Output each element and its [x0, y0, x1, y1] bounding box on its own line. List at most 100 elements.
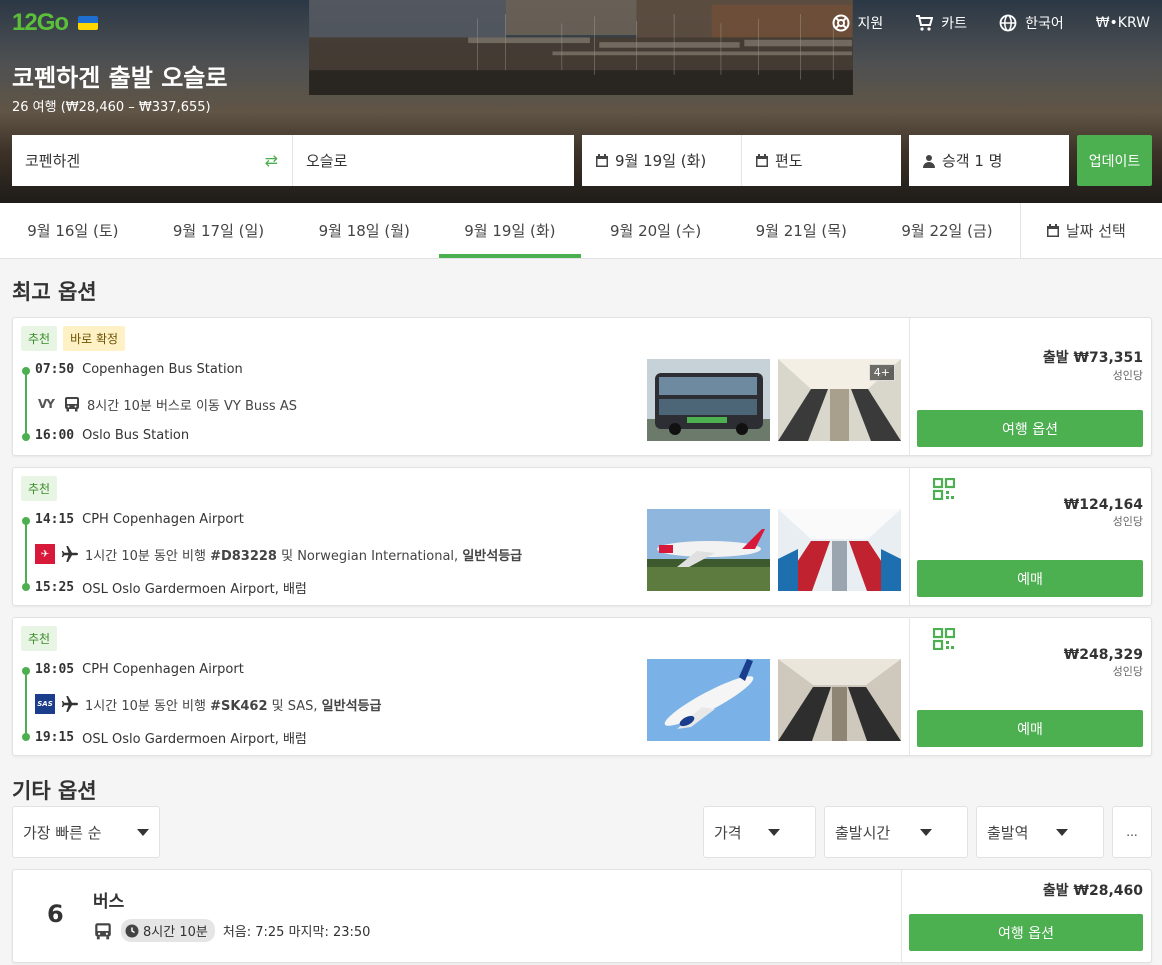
pick-date-button[interactable]: 날짜 선택 [1019, 203, 1151, 258]
cart-label: 카트 [941, 16, 968, 32]
arrival-station: OSL Oslo Gardermoen Airport, 배럼 [82, 732, 307, 747]
departure-time: 18:05 [35, 662, 75, 677]
chevron-down-icon [768, 828, 780, 836]
book-button[interactable]: 예매 [917, 710, 1143, 747]
arrival-station: Oslo Bus Station [82, 428, 190, 443]
trip-summary: 26 여행 (₩28,460 – ₩337,655) [12, 100, 211, 115]
departure-station-filter-label: 출발역 [987, 823, 1029, 842]
more-filters-button[interactable]: ... [1112, 806, 1152, 858]
price-filter-label: 가격 [714, 823, 742, 842]
recommended-badge: 추천 [21, 626, 58, 651]
globe-icon [999, 14, 1017, 32]
vy-operator-logo: VY [38, 397, 55, 411]
duration-text: 1시간 10분 동안 비행 [85, 698, 211, 714]
fare-class: 일반석등급 [462, 548, 523, 564]
duration-value: 8시간 10분 [143, 925, 208, 940]
departure-station: CPH Copenhagen Airport [82, 662, 244, 677]
chevron-down-icon [137, 828, 149, 836]
bus-icon [95, 922, 111, 939]
arrival-time: 15:25 [35, 580, 75, 595]
trip-price: 출발 ₩73,351 [1042, 350, 1143, 366]
flight-number: #SK462 [210, 698, 268, 714]
cart-icon [916, 15, 934, 31]
trip-options-button[interactable]: 여행 옵션 [917, 410, 1143, 447]
date-tab[interactable]: 9월 22일 (금) [874, 203, 1020, 258]
cart-link[interactable]: 카트 [915, 13, 967, 33]
recommended-badge: 추천 [21, 476, 58, 501]
airline-text: 및 SAS, [267, 698, 322, 714]
arrival-time: 16:00 [35, 428, 75, 443]
more-photos-badge[interactable]: 4+ [868, 364, 895, 381]
language-selector[interactable]: 한국어 [999, 13, 1064, 33]
trip-price: ₩124,164 [1063, 497, 1143, 513]
calendar-icon [1046, 223, 1059, 237]
price-filter[interactable]: 가격 [703, 806, 816, 858]
departure-time-filter-label: 출발시간 [835, 823, 891, 842]
calendar-icon [756, 153, 768, 167]
date-tab[interactable]: 9월 17일 (일) [146, 203, 292, 258]
bus-photo[interactable] [647, 359, 770, 441]
flight-number: #D83228 [210, 548, 277, 564]
swap-icon[interactable]: ⇄ [265, 151, 278, 170]
currency-selector[interactable]: ₩•KRW [1096, 15, 1150, 31]
origin-field[interactable]: 코펜하겐 ⇄ [12, 135, 293, 186]
trip-card[interactable]: 추천 14:15 CPH Copenhagen Airport ✈ 1시간 10분… [12, 467, 1152, 606]
person-icon [923, 154, 935, 168]
airplane-photo[interactable] [647, 509, 770, 591]
destination-field[interactable]: 오슬로 [293, 135, 574, 186]
support-link[interactable]: 지원 [832, 13, 883, 33]
duration-text: 1시간 10분 동안 비행 [85, 548, 211, 564]
lifebuoy-icon [832, 14, 850, 32]
date-tab[interactable]: 9월 18일 (월) [291, 203, 437, 258]
chevron-down-icon [1056, 828, 1068, 836]
trip-card[interactable]: 추천 바로 확정 07:50 Copenhagen Bus Station VY … [12, 317, 1152, 456]
update-button[interactable]: 업데이트 [1077, 135, 1152, 186]
transport-group-card[interactable]: 6 버스 8시간 10분 처음: 7:25 마지막: 23:50 출발 ₩28,… [12, 869, 1152, 963]
other-options-heading: 기타 옵션 [12, 779, 97, 803]
airplane-photo[interactable] [647, 659, 770, 741]
trip-type-value: 편도 [775, 152, 803, 170]
plane-icon [61, 696, 78, 712]
date-tab-active[interactable]: 9월 19일 (화) [437, 203, 583, 258]
chevron-down-icon [920, 828, 932, 836]
arrival-time: 19:15 [35, 730, 75, 745]
sort-dropdown[interactable]: 가장 빠른 순 [12, 806, 160, 858]
language-label: 한국어 [1025, 16, 1064, 32]
sort-value: 가장 빠른 순 [23, 823, 102, 842]
logo[interactable]: 12Go [12, 9, 69, 37]
ukraine-flag-icon [78, 16, 99, 30]
cabin-photo[interactable] [778, 659, 901, 741]
departure-time-filter[interactable]: 출발시간 [824, 806, 968, 858]
price-per-adult: 성인당 [1112, 515, 1143, 528]
date-value: 9월 19일 (화) [615, 152, 707, 170]
trip-type-field[interactable]: 편도 [742, 135, 901, 186]
book-button[interactable]: 예매 [917, 560, 1143, 597]
departure-station: Copenhagen Bus Station [82, 362, 243, 377]
trip-count: 6 [47, 900, 64, 928]
departure-station: CPH Copenhagen Airport [82, 512, 244, 527]
page-title: 코펜하겐 출발 오슬로 [12, 64, 228, 92]
search-form: 코펜하겐 ⇄ 오슬로 9월 19일 (화) 편도 승객 1 명 [12, 135, 1069, 186]
trip-options-button[interactable]: 여행 옵션 [909, 914, 1143, 951]
passengers-value: 승객 1 명 [942, 152, 1003, 170]
date-field[interactable]: 9월 19일 (화) [582, 135, 742, 186]
trip-description: 1시간 10분 동안 비행 #SK462 및 SAS, 일반석등급 [85, 695, 381, 714]
arrival-station: OSL Oslo Gardermoen Airport, 배럼 [82, 582, 307, 597]
date-tabs: 9월 16일 (토) 9월 17일 (일) 9월 18일 (월) 9월 19일 … [0, 203, 1162, 259]
origin-value: 코펜하겐 [25, 152, 81, 170]
pick-date-label: 날짜 선택 [1065, 222, 1126, 240]
airline-text: 및 Norwegian International, [276, 548, 463, 564]
departure-station-filter[interactable]: 출발역 [976, 806, 1104, 858]
destination-value: 오슬로 [306, 152, 348, 170]
bus-interior-photo[interactable]: 4+ [778, 359, 901, 441]
plane-icon [61, 546, 78, 562]
cabin-photo[interactable] [778, 509, 901, 591]
calendar-icon [596, 153, 608, 167]
price-per-adult: 성인당 [1112, 665, 1143, 678]
date-tab[interactable]: 9월 20일 (수) [583, 203, 729, 258]
norwegian-airline-logo: ✈ [35, 544, 55, 564]
trip-card[interactable]: 추천 18:05 CPH Copenhagen Airport SAS 1시간 1… [12, 617, 1152, 756]
date-tab[interactable]: 9월 21일 (목) [728, 203, 874, 258]
passengers-field[interactable]: 승객 1 명 [909, 135, 1069, 186]
date-tab[interactable]: 9월 16일 (토) [0, 203, 146, 258]
